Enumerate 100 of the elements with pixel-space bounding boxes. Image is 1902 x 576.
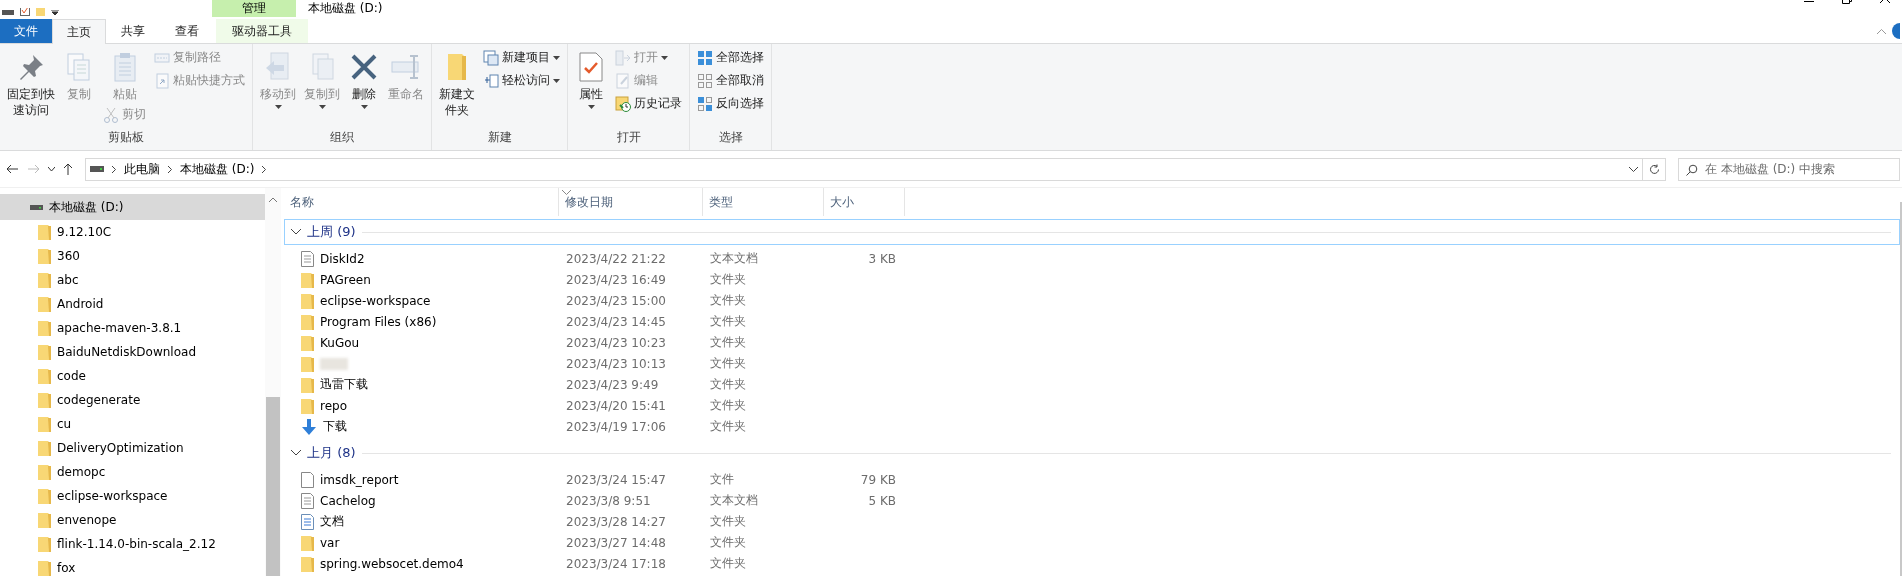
ribbon-command[interactable]: 新建项目 [480, 47, 563, 68]
file-name[interactable]: 下载 [323, 418, 347, 435]
recent-locations-caret-icon[interactable] [48, 167, 55, 171]
nav-item-label: demopc [57, 465, 106, 479]
column-header[interactable]: 修改日期 [559, 188, 703, 216]
ribbon-command[interactable]: 全部选择 [694, 47, 767, 68]
nav-item[interactable]: eclipse-workspace [0, 484, 265, 508]
chevron-icon[interactable] [262, 165, 267, 173]
file-name[interactable]: eclipse-workspace [320, 293, 431, 308]
breadcrumb[interactable]: 此电脑 [124, 160, 160, 178]
caret-icon [274, 105, 282, 109]
folder-icon [301, 555, 314, 572]
nav-item[interactable]: codegenerate [0, 388, 265, 412]
group-label: 剪贴板 [107, 129, 145, 146]
chevron-icon[interactable] [112, 165, 116, 173]
nav-item[interactable]: demopc [0, 460, 265, 484]
folder-icon [301, 534, 314, 551]
modified-date: 2023/3/28 14:27 [566, 514, 666, 529]
file-name[interactable]: KuGou [320, 335, 360, 350]
column-header[interactable]: 大小 [824, 188, 905, 216]
file-type: 文件夹 [710, 314, 746, 328]
scroll-up-icon[interactable] [269, 197, 277, 202]
breadcrumb[interactable]: 本地磁盘 (D:) [180, 160, 255, 178]
nav-item-label: abc [57, 273, 79, 287]
file-name[interactable]: spring.websocet.demo4 [320, 556, 464, 571]
file-name[interactable]: imsdk_report [320, 472, 399, 487]
nav-item[interactable]: abc [0, 268, 265, 292]
drive-icon[interactable] [2, 10, 14, 16]
nav-item[interactable]: 本地磁盘 (D:) [0, 194, 265, 220]
back-arrow-icon [6, 164, 18, 174]
group-header[interactable]: 上周 (9) [284, 219, 1900, 245]
modified-date: 2023/4/23 10:23 [566, 335, 666, 350]
nav-item[interactable]: 360 [0, 244, 265, 268]
ribbon-tab[interactable]: 查看 [160, 19, 214, 43]
file-name[interactable]: 迅雷下载 [320, 376, 368, 393]
ribbon-tab[interactable]: 文件 [0, 19, 52, 43]
column-header[interactable]: 类型 [703, 188, 824, 216]
nav-item[interactable]: 9.12.10C [0, 220, 265, 244]
folder-icon [38, 560, 51, 576]
file-name[interactable]: var [320, 535, 340, 550]
group-label: 打开 [615, 129, 642, 146]
modified-date: 2023/3/8 9:51 [566, 493, 651, 508]
back-button[interactable] [4, 162, 20, 176]
context-tab-header: 管理 [212, 0, 296, 17]
file-name[interactable]: repo [320, 398, 347, 413]
address-field[interactable]: 此电脑 本地磁盘 (D:) [85, 157, 1643, 181]
file-name[interactable]: DiskId2 [320, 251, 365, 266]
nav-item[interactable]: DeliveryOptimization [0, 436, 265, 460]
folder-icon [38, 344, 51, 360]
up-button[interactable] [61, 161, 75, 177]
nav-item[interactable]: BaiduNetdiskDownload [0, 340, 265, 364]
group-header[interactable]: 上月 (8) [284, 440, 1900, 466]
nav-item-label: 360 [57, 249, 80, 263]
dropdown-icon[interactable] [51, 10, 59, 16]
select-none-icon [697, 72, 713, 89]
modified-date: 2023/3/24 17:18 [566, 556, 666, 571]
file-name[interactable]: PAGreen [320, 272, 371, 287]
file-type: 文件夹 [710, 535, 746, 549]
nav-item[interactable]: cu [0, 412, 265, 436]
ribbon-tab[interactable]: 共享 [106, 19, 160, 43]
nav-item[interactable]: code [0, 364, 265, 388]
ribbon-tab[interactable]: 驱动器工具 [216, 19, 308, 43]
chevron-icon[interactable] [168, 165, 172, 173]
ribbon-command[interactable]: 属性 [572, 47, 610, 109]
file-name[interactable]: 文档 [320, 513, 344, 530]
dropdown-caret-icon[interactable] [1629, 166, 1638, 172]
checkbox-icon[interactable] [20, 8, 30, 16]
modified-date: 2023/4/23 15:00 [566, 293, 666, 308]
ribbon-command[interactable]: 全部取消 [694, 70, 767, 91]
nav-item[interactable]: fox [0, 556, 265, 576]
chevron-icon[interactable] [291, 229, 301, 235]
folder-icon [38, 320, 51, 336]
ribbon-command[interactable]: 删除 [345, 47, 383, 109]
nav-item-label: cu [57, 417, 72, 431]
nav-item[interactable]: envenope [0, 508, 265, 532]
folder-icon [38, 296, 51, 312]
folder-icon [301, 397, 314, 414]
drive-icon [90, 166, 104, 172]
nav-item[interactable]: Android [0, 292, 265, 316]
ribbon-command[interactable]: 反向选择 [694, 93, 767, 114]
ribbon-command[interactable]: 历史记录 [612, 93, 685, 114]
nav-item[interactable]: apache-maven-3.8.1 [0, 316, 265, 340]
ribbon-command[interactable]: 固定到快速访问 [4, 47, 58, 118]
ribbon-command[interactable]: 新建文件夹 [436, 47, 478, 118]
ribbon-command[interactable]: 轻松访问 [480, 70, 563, 91]
refresh-button[interactable] [1642, 157, 1666, 181]
edit-icon [615, 72, 631, 89]
file-type: 文件夹 [710, 419, 746, 433]
collapse-ribbon-icon[interactable] [1877, 28, 1886, 34]
nav-item[interactable]: flink-1.14.0-bin-scala_2.12 [0, 532, 265, 556]
caret-icon [661, 55, 668, 60]
column-header[interactable]: 名称 [284, 188, 559, 216]
file-name[interactable]: Cachelog [320, 493, 376, 508]
scrollbar[interactable] [265, 188, 281, 576]
search-field[interactable]: 在 本地磁盘 (D:) 中搜索 [1678, 157, 1900, 181]
modified-date: 2023/4/23 9:49 [566, 377, 659, 392]
chevron-icon[interactable] [291, 450, 301, 456]
file-name[interactable]: Program Files (x86) [320, 314, 437, 329]
ribbon-tab[interactable]: 主页 [52, 19, 106, 44]
file-type: 文本文档 [710, 251, 758, 265]
